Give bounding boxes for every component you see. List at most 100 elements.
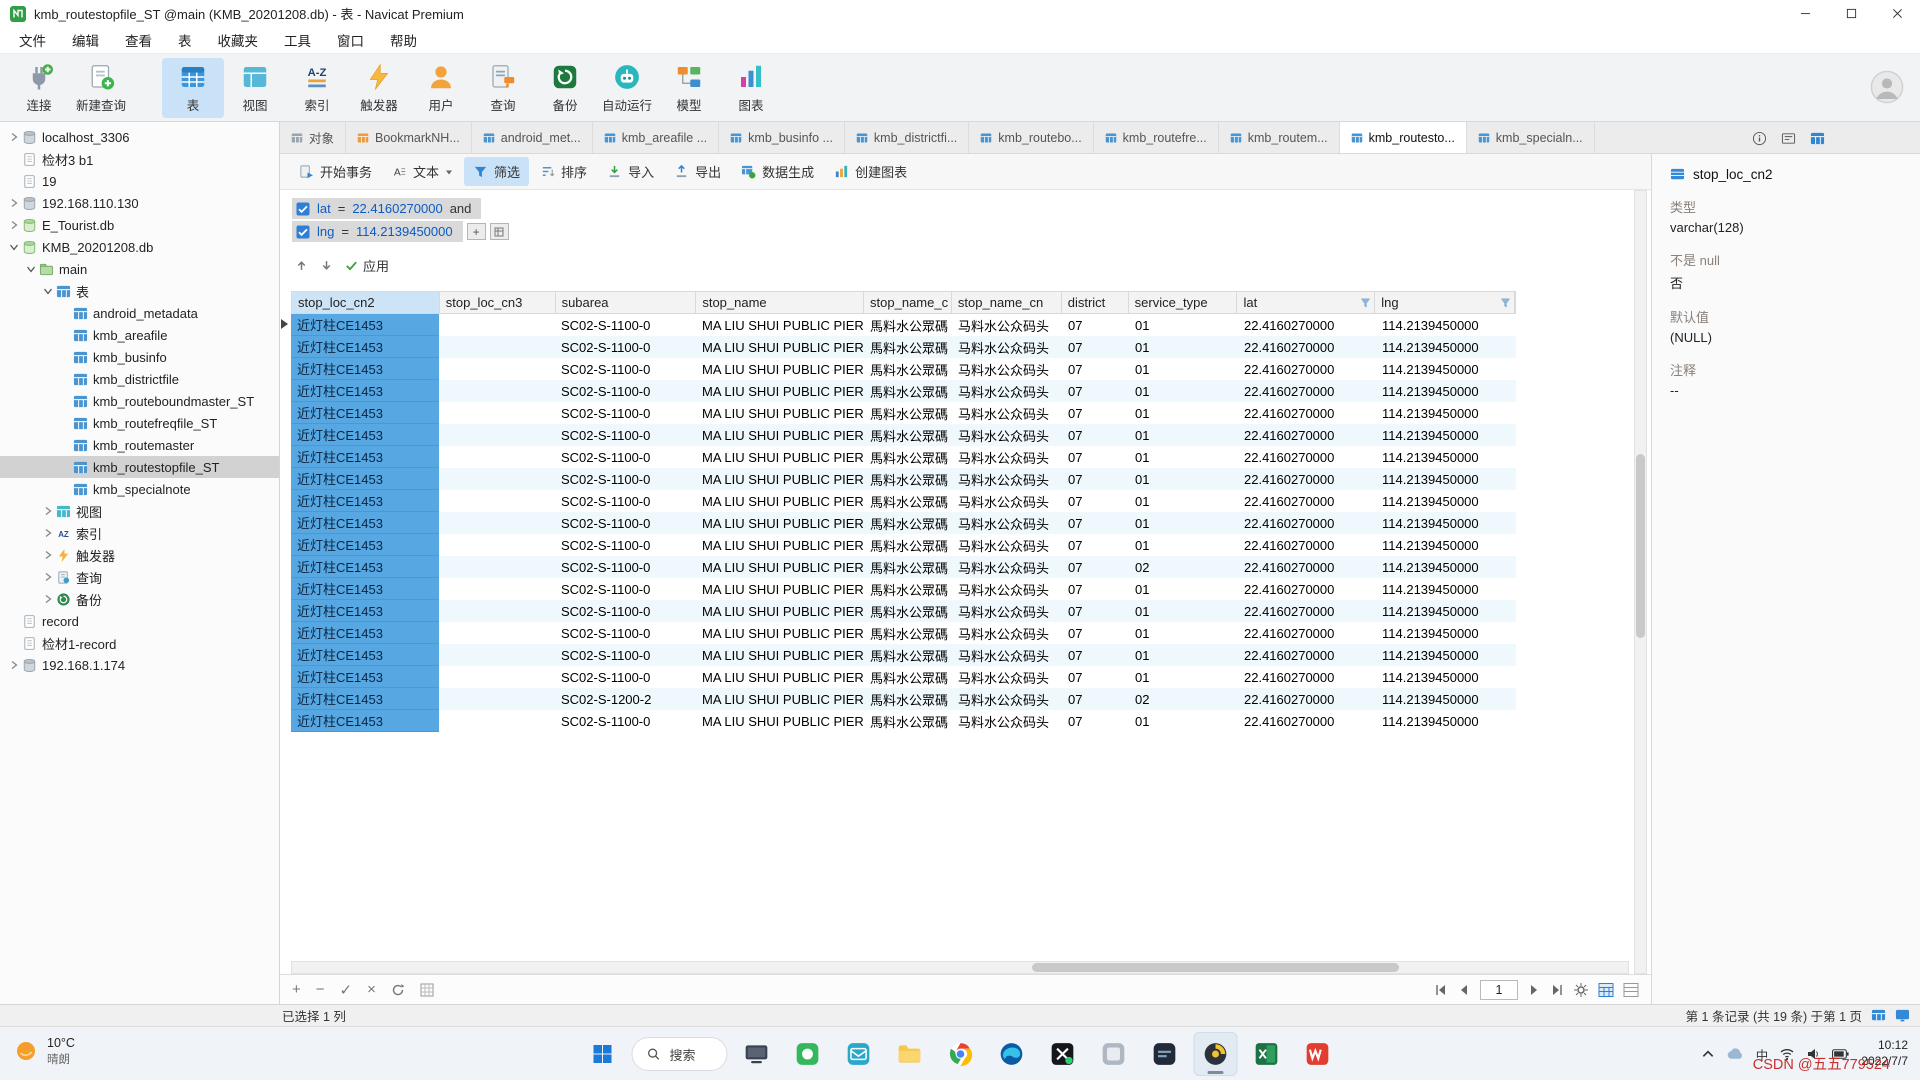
table-cell[interactable]: 馬料水公眾碼 [864, 534, 952, 556]
table-cell[interactable]: 马料水公众码头 [952, 578, 1062, 600]
table-cell[interactable]: MA LIU SHUI PUBLIC PIER [696, 644, 864, 666]
sidebar-item-jiancai1-record[interactable]: 检材1-record [0, 632, 279, 654]
table-cell[interactable] [439, 644, 555, 666]
table-cell[interactable]: 07 [1062, 314, 1129, 336]
grid-options-button[interactable] [420, 983, 434, 997]
create-chart-button[interactable]: 创建图表 [825, 157, 916, 186]
table-cell[interactable]: 近灯柱CE1453 [291, 358, 439, 380]
table-cell[interactable]: 22.4160270000 [1238, 402, 1376, 424]
table-cell[interactable]: 近灯柱CE1453 [291, 336, 439, 358]
table-cell[interactable]: 22.4160270000 [1238, 578, 1376, 600]
taskbar-navicat-button[interactable] [1194, 1032, 1238, 1076]
table-cell[interactable]: MA LIU SHUI PUBLIC PIER [696, 446, 864, 468]
table-cell[interactable]: 近灯柱CE1453 [291, 534, 439, 556]
column-header-subarea[interactable]: subarea [556, 292, 697, 313]
table-cell[interactable]: 114.2139450000 [1376, 468, 1516, 490]
sidebar-item-tables[interactable]: 表 [0, 280, 279, 302]
table-cell[interactable]: 07 [1062, 402, 1129, 424]
table-cell[interactable]: 07 [1062, 644, 1129, 666]
chevron-right-icon[interactable] [6, 660, 21, 671]
taskbar-file-explorer-button[interactable] [888, 1032, 932, 1076]
h-scroll-thumb[interactable] [1032, 963, 1399, 972]
refresh-button[interactable] [391, 983, 405, 997]
table-cell[interactable]: 01 [1129, 402, 1238, 424]
table-cell[interactable] [439, 534, 555, 556]
checkbox-checked-icon[interactable] [296, 225, 310, 239]
apply-changes-button[interactable]: ✓ [340, 981, 353, 999]
table-cell[interactable]: MA LIU SHUI PUBLIC PIER [696, 490, 864, 512]
vertical-scrollbar[interactable] [1634, 190, 1647, 974]
table-cell[interactable] [439, 600, 555, 622]
menu-file[interactable]: 文件 [6, 26, 59, 54]
table-cell[interactable]: MA LIU SHUI PUBLIC PIER [696, 358, 864, 380]
table-cell[interactable]: MA LIU SHUI PUBLIC PIER [696, 380, 864, 402]
table-cell[interactable] [439, 468, 555, 490]
checkbox-checked-icon[interactable] [296, 202, 310, 216]
chevron-right-icon[interactable] [6, 220, 21, 231]
chevron-right-icon[interactable] [6, 132, 21, 143]
table-cell[interactable]: 馬料水公眾碼 [864, 424, 952, 446]
table-row[interactable]: 近灯柱CE1453SC02-S-1100-0MA LIU SHUI PUBLIC… [291, 468, 1516, 490]
menu-window[interactable]: 窗口 [324, 26, 377, 54]
taskbar-excel-button[interactable] [1245, 1032, 1289, 1076]
table-cell[interactable]: 22.4160270000 [1238, 380, 1376, 402]
table-cell[interactable]: MA LIU SHUI PUBLIC PIER [696, 424, 864, 446]
table-cell[interactable]: 近灯柱CE1453 [291, 688, 439, 710]
table-cell[interactable]: 114.2139450000 [1376, 710, 1516, 732]
close-button[interactable] [1874, 0, 1920, 27]
table-cell[interactable]: 马料水公众码头 [952, 358, 1062, 380]
table-cell[interactable]: 01 [1129, 380, 1238, 402]
table-cell[interactable] [439, 446, 555, 468]
export-button[interactable]: 导出 [665, 157, 730, 186]
table-cell[interactable]: 马料水公众码头 [952, 644, 1062, 666]
tab-kmb-routebo[interactable]: kmb_routebo... [969, 122, 1093, 153]
table-cell[interactable]: 馬料水公眾碼 [864, 710, 952, 732]
table-row[interactable]: 近灯柱CE1453SC02-S-1100-0MA LIU SHUI PUBLIC… [291, 666, 1516, 688]
table-cell[interactable]: 114.2139450000 [1376, 336, 1516, 358]
data-generation-button[interactable]: 数据生成 [732, 157, 823, 186]
sidebar-item-indexes[interactable]: AZ索引 [0, 522, 279, 544]
column-header-lng[interactable]: lng [1375, 292, 1515, 313]
taskbar-edge-button[interactable] [990, 1032, 1034, 1076]
sidebar-item-kmb-routemaster[interactable]: kmb_routemaster [0, 434, 279, 456]
table-cell[interactable]: 22.4160270000 [1238, 644, 1376, 666]
table-cell[interactable]: 22.4160270000 [1238, 666, 1376, 688]
table-cell[interactable]: 02 [1129, 688, 1238, 710]
toolbar-automation-button[interactable]: 自动运行 [596, 58, 658, 118]
toolbar-user-button[interactable]: 用户 [410, 58, 472, 118]
table-cell[interactable]: 07 [1062, 468, 1129, 490]
table-cell[interactable]: MA LIU SHUI PUBLIC PIER [696, 512, 864, 534]
table-row[interactable]: 近灯柱CE1453SC02-S-1100-0MA LIU SHUI PUBLIC… [291, 402, 1516, 424]
table-cell[interactable]: 馬料水公眾碼 [864, 468, 952, 490]
sidebar-item-kmb-specialnote[interactable]: kmb_specialnote [0, 478, 279, 500]
tab-kmb-specialn[interactable]: kmb_specialn... [1467, 122, 1595, 153]
condition-field[interactable]: lat [317, 201, 331, 216]
move-up-icon[interactable] [295, 259, 308, 272]
table-cell[interactable]: 近灯柱CE1453 [291, 314, 439, 336]
table-cell[interactable]: MA LIU SHUI PUBLIC PIER [696, 468, 864, 490]
table-cell[interactable]: 马料水公众码头 [952, 424, 1062, 446]
table-cell[interactable]: 114.2139450000 [1376, 446, 1516, 468]
table-cell[interactable]: 01 [1129, 468, 1238, 490]
table-cell[interactable]: MA LIU SHUI PUBLIC PIER [696, 336, 864, 358]
v-scroll-thumb[interactable] [1636, 454, 1645, 638]
table-cell[interactable]: SC02-S-1100-0 [555, 446, 696, 468]
sidebar-item-kmb-districtfile[interactable]: kmb_districtfile [0, 368, 279, 390]
menu-table[interactable]: 表 [165, 26, 205, 54]
table-cell[interactable]: SC02-S-1100-0 [555, 710, 696, 732]
table-cell[interactable]: 22.4160270000 [1238, 468, 1376, 490]
chevron-right-icon[interactable] [40, 572, 55, 583]
table-cell[interactable]: 07 [1062, 600, 1129, 622]
table-row[interactable]: 近灯柱CE1453SC02-S-1100-0MA LIU SHUI PUBLIC… [291, 380, 1516, 402]
table-cell[interactable]: 07 [1062, 688, 1129, 710]
table-row[interactable]: 近灯柱CE1453SC02-S-1100-0MA LIU SHUI PUBLIC… [291, 446, 1516, 468]
tab-bookmarknh[interactable]: BookmarkNH... [346, 122, 472, 153]
table-row[interactable]: 近灯柱CE1453SC02-S-1100-0MA LIU SHUI PUBLIC… [291, 578, 1516, 600]
table-cell[interactable]: 114.2139450000 [1376, 534, 1516, 556]
table-cell[interactable]: 01 [1129, 512, 1238, 534]
table-cell[interactable]: 马料水公众码头 [952, 512, 1062, 534]
toolbar-backup-button[interactable]: 备份 [534, 58, 596, 118]
horizontal-scrollbar[interactable] [291, 961, 1629, 974]
table-cell[interactable] [439, 314, 555, 336]
add-record-button[interactable]: + [292, 981, 301, 998]
